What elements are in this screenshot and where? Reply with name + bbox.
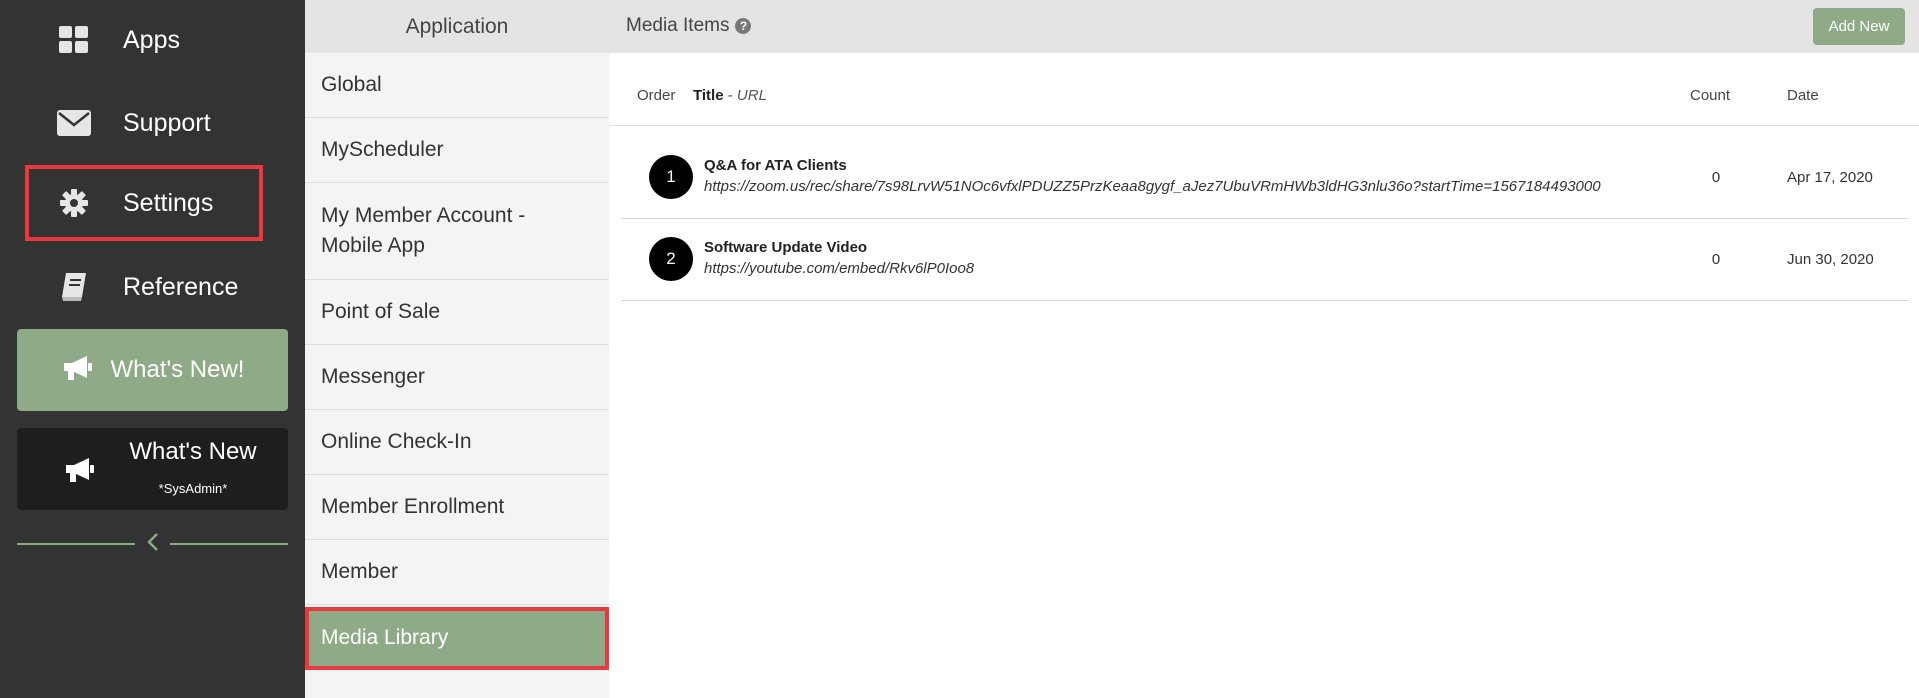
help-icon[interactable]: ?	[735, 18, 752, 34]
chevron-left-icon	[147, 532, 159, 556]
whats-new-sysadmin-card[interactable]: What's New *SysAdmin*	[17, 428, 288, 510]
order-badge: 1	[649, 155, 693, 199]
column-header-date[interactable]: Date	[1787, 87, 1819, 104]
media-title[interactable]: Q&A for ATA Clients	[704, 157, 847, 174]
menu-item-myscheduler[interactable]: MyScheduler	[305, 118, 609, 183]
media-url: https://youtube.com/embed/Rkv6lP0Ioo8	[704, 260, 975, 277]
order-badge: 2	[649, 237, 693, 281]
media-url: https://zoom.us/rec/share/7s98LrvW51NOc6…	[704, 178, 1601, 195]
collapse-sidebar-button[interactable]	[141, 530, 165, 558]
whats-new-sysadmin-title: What's New	[129, 438, 257, 465]
application-menu-header: Application	[305, 0, 609, 53]
table-header: Order Title - URL Count Date	[609, 54, 1919, 126]
menu-item-media-library[interactable]: Media Library	[305, 607, 609, 670]
divider-line	[170, 543, 288, 545]
main-header: Media Items ? Add New	[609, 0, 1919, 53]
table-row[interactable]: 1 Q&A for ATA Clients https://zoom.us/re…	[621, 136, 1909, 219]
divider-line	[17, 543, 135, 545]
menu-item-member-enrollment[interactable]: Member Enrollment	[305, 475, 609, 540]
megaphone-icon	[61, 354, 93, 387]
application-menu: Application Global MyScheduler My Member…	[305, 0, 610, 698]
media-date: Apr 17, 2020	[1787, 169, 1873, 186]
whats-new-button[interactable]: What's New!	[17, 329, 288, 411]
book-icon	[25, 272, 123, 302]
media-title[interactable]: Software Update Video	[704, 239, 867, 256]
menu-item-global[interactable]: Global	[305, 53, 609, 118]
sidebar-item-reference[interactable]: Reference	[25, 249, 263, 325]
sidebar-item-label: Reference	[123, 272, 239, 301]
column-header-url: URL	[736, 87, 767, 104]
page-title: Media Items ?	[626, 15, 752, 37]
table-row[interactable]: 2 Software Update Video https://youtube.…	[621, 218, 1909, 301]
menu-item-my-member-account-mobile-app[interactable]: My Member Account - Mobile App	[305, 183, 609, 280]
column-header-title[interactable]: Title - URL	[693, 87, 767, 104]
sidebar-item-support[interactable]: Support	[25, 85, 263, 161]
column-header-separator: -	[723, 87, 737, 104]
main-sidebar: Apps Support Settings Reference What's N…	[0, 0, 305, 698]
sidebar-item-label: Apps	[123, 25, 180, 54]
whats-new-label: What's New!	[110, 356, 245, 383]
menu-item-messenger[interactable]: Messenger	[305, 345, 609, 410]
menu-item-online-check-in[interactable]: Online Check-In	[305, 410, 609, 475]
whats-new-sysadmin-subtitle: *SysAdmin*	[158, 481, 228, 496]
column-header-order[interactable]: Order	[637, 87, 675, 104]
media-items-panel: Media Items ? Add New Order Title - URL …	[609, 0, 1919, 698]
sidebar-collapse-row	[17, 530, 288, 558]
sidebar-item-settings[interactable]: Settings	[25, 165, 263, 241]
menu-item-point-of-sale[interactable]: Point of Sale	[305, 280, 609, 345]
media-date: Jun 30, 2020	[1787, 251, 1874, 268]
sidebar-item-apps[interactable]: Apps	[25, 2, 263, 78]
sidebar-item-label: Support	[123, 108, 211, 137]
grid-icon	[25, 26, 123, 54]
envelope-icon	[25, 110, 123, 136]
gear-icon	[25, 188, 123, 218]
add-new-button[interactable]: Add New	[1813, 8, 1905, 45]
sidebar-item-label: Settings	[123, 188, 214, 217]
media-count: 0	[1711, 251, 1721, 268]
media-count: 0	[1711, 169, 1721, 186]
menu-item-member[interactable]: Member	[305, 540, 609, 605]
megaphone-icon	[63, 456, 95, 489]
column-header-title-text: Title	[693, 87, 724, 104]
column-header-count[interactable]: Count	[1690, 87, 1730, 104]
page-title-text: Media Items	[626, 15, 730, 36]
